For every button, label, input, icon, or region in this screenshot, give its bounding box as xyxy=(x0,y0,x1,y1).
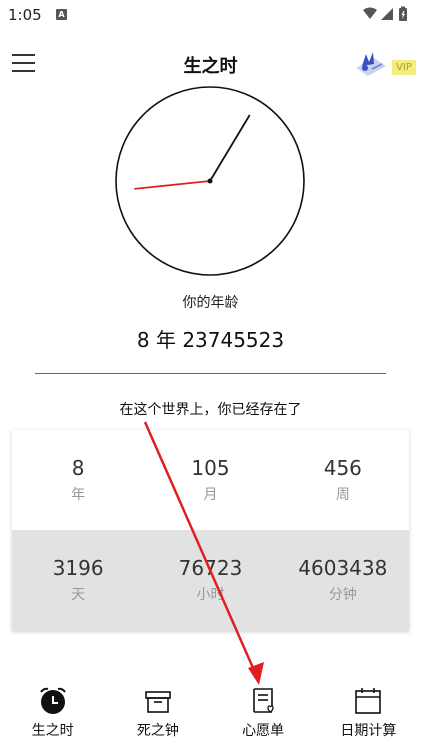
stat-value: 456 xyxy=(323,456,362,480)
alarm-clock-icon xyxy=(39,687,66,714)
wishlist-note-icon xyxy=(253,688,274,713)
nav-item-shengzhishi[interactable]: 生之时 xyxy=(0,680,105,750)
divider xyxy=(35,373,386,374)
stat-months: 105 月 xyxy=(144,430,276,530)
vip-icon xyxy=(356,52,386,76)
stat-unit: 周 xyxy=(335,487,350,503)
signal-icon xyxy=(381,8,393,20)
stat-unit: 月 xyxy=(203,487,218,503)
age-label: 你的年龄 xyxy=(182,295,239,311)
exist-label: 在这个世界上，你已经存在了 xyxy=(119,402,302,418)
clock-center-dot xyxy=(207,178,213,184)
bottom-nav: 生之时 死之钟 心愿单 日期计算 xyxy=(0,680,421,750)
stat-weeks: 456 周 xyxy=(277,430,409,530)
status-bar: 1:05 A xyxy=(0,0,421,30)
stat-days: 3196 天 xyxy=(12,530,144,631)
nav-label: 死之钟 xyxy=(136,723,179,739)
stat-value: 4603438 xyxy=(298,556,388,580)
status-time: 1:05 xyxy=(8,6,42,24)
archive-box-icon xyxy=(145,691,171,713)
wifi-icon xyxy=(363,7,377,19)
nav-label: 日期计算 xyxy=(340,723,397,739)
nav-label: 心愿单 xyxy=(242,723,285,739)
stat-minutes: 4603438 分钟 xyxy=(277,530,409,631)
nav-item-riqijisuan[interactable]: 日期计算 xyxy=(316,680,421,750)
notification-icon: A xyxy=(56,9,67,20)
nav-item-sizhizhong[interactable]: 死之钟 xyxy=(105,680,210,750)
stat-value: 8 xyxy=(71,456,85,480)
stat-hours: 76723 小时 xyxy=(144,530,276,631)
calendar-icon xyxy=(355,688,382,714)
stats-row-top: 8 年 105 月 456 周 xyxy=(12,430,409,530)
nav-item-xinyuandan[interactable]: 心愿单 xyxy=(211,680,316,750)
vip-button[interactable]: VIP xyxy=(352,50,416,80)
stat-value: 76723 xyxy=(178,556,243,580)
stat-value: 3196 xyxy=(52,556,104,580)
stat-unit: 天 xyxy=(71,587,86,603)
status-icons xyxy=(363,6,407,21)
stat-unit: 分钟 xyxy=(328,587,357,603)
vip-label: VIP xyxy=(392,60,416,75)
stat-years: 8 年 xyxy=(12,430,144,530)
stat-unit: 小时 xyxy=(196,587,225,603)
stats-row-bottom: 3196 天 76723 小时 4603438 分钟 xyxy=(12,530,409,631)
stat-value: 105 xyxy=(191,456,230,480)
age-value: 8 年 23745523 xyxy=(136,328,285,352)
nav-label: 生之时 xyxy=(31,723,74,739)
stat-unit: 年 xyxy=(71,487,86,503)
age-stats-card: 8 年 105 月 456 周 3196 天 76723 小时 4603438 … xyxy=(12,430,409,631)
analog-clock xyxy=(115,86,305,276)
